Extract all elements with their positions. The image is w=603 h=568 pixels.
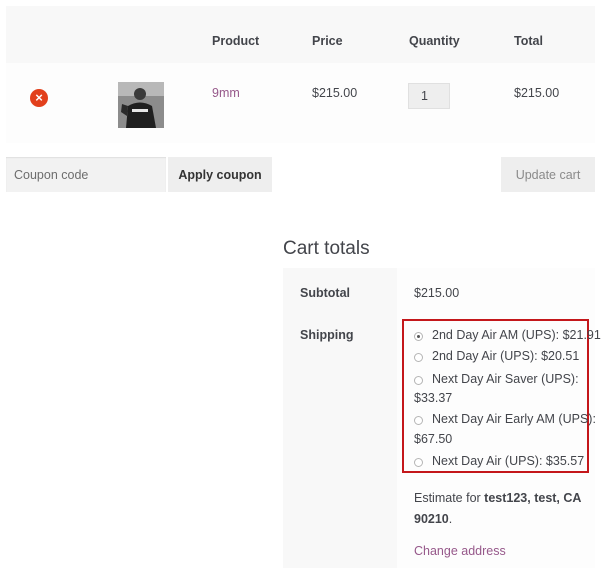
apply-coupon-button[interactable]: Apply coupon [168, 157, 272, 192]
shipping-option-label[interactable]: 2nd Day Air (UPS): $20.51 [432, 349, 579, 363]
quantity-input[interactable] [408, 83, 450, 109]
shipping-option-label[interactable]: 2nd Day Air AM (UPS): $21.91 [432, 328, 601, 342]
shipping-methods: 2nd Day Air AM (UPS): $21.91 2nd Day Air… [402, 319, 601, 473]
shipping-option-price[interactable]: $33.37 [414, 391, 452, 405]
product-name-link[interactable]: 9mm [212, 86, 240, 100]
remove-item-icon[interactable]: × [30, 89, 48, 107]
header-total: Total [514, 34, 543, 48]
shipping-option-label[interactable]: Next Day Air Early AM (UPS): [432, 412, 596, 426]
cart-table-header: Product Price Quantity Total [6, 6, 595, 63]
shipping-radio-2nd-day-air[interactable] [414, 353, 423, 362]
shipping-option-price[interactable]: $67.50 [414, 432, 452, 446]
update-cart-button[interactable]: Update cart [501, 157, 595, 192]
header-quantity: Quantity [409, 34, 460, 48]
product-thumbnail[interactable] [118, 82, 164, 128]
coupon-code-input[interactable] [6, 157, 166, 192]
subtotal-value: $215.00 [414, 286, 460, 300]
estimate-prefix: Estimate for [414, 491, 481, 505]
shipping-radio-next-day-air[interactable] [414, 458, 423, 467]
line-total: $215.00 [514, 86, 560, 100]
shipping-radio-next-day-air-saver[interactable] [414, 376, 423, 385]
estimate-address-line2: 90210 [414, 512, 449, 526]
header-product: Product [212, 34, 260, 48]
shipping-label: Shipping [300, 328, 354, 342]
shipping-estimate: Estimate for test123, test, CA 90210. [414, 488, 589, 530]
product-price: $215.00 [312, 86, 358, 100]
change-address-link[interactable]: Change address [414, 544, 506, 558]
cart-totals-title: Cart totals [283, 238, 370, 259]
shipping-radio-next-day-air-early-am[interactable] [414, 416, 423, 425]
subtotal-label: Subtotal [300, 286, 350, 300]
table-row: × 9mm $215.00 $215.00 [6, 63, 595, 143]
shipping-radio-2nd-day-air-am[interactable] [414, 332, 423, 341]
estimate-suffix: . [448, 512, 453, 526]
shipping-option-label[interactable]: Next Day Air Saver (UPS): [432, 372, 579, 386]
header-price: Price [312, 34, 343, 48]
estimate-address-line1: test123, test, CA [484, 491, 582, 505]
shipping-option-label[interactable]: Next Day Air (UPS): $35.57 [432, 454, 584, 468]
